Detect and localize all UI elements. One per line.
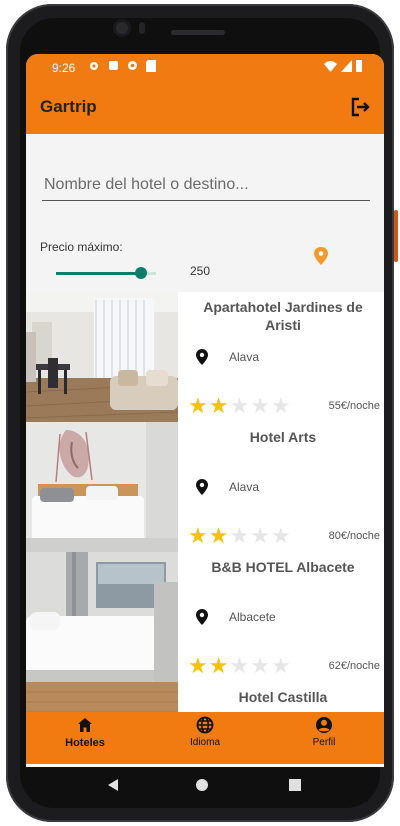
hotel-name[interactable]: Apartahotel Jardines de Aristi — [186, 298, 380, 334]
nav-item-perfil[interactable]: Perfil — [274, 716, 374, 748]
hotel-name[interactable]: Hotel Castilla — [186, 688, 380, 706]
recents-icon[interactable] — [289, 779, 301, 791]
star-empty-icon: ★ — [250, 393, 270, 418]
location-pin-icon — [196, 479, 208, 495]
hotel-card[interactable]: Hotel Castilla — [26, 682, 384, 712]
hotel-location: Alava — [229, 350, 260, 364]
hotel-location: Alava — [229, 480, 260, 494]
camera-icon — [116, 22, 128, 34]
user-icon — [316, 717, 332, 733]
nav-label-idioma: Idioma — [189, 737, 220, 748]
signal-icon — [341, 60, 352, 72]
sd-card-icon — [146, 60, 156, 72]
app-screen: 9:26 Gartrip Precio máximo: 250 — [26, 54, 384, 767]
notification-icon — [109, 61, 118, 70]
globe-icon — [196, 716, 214, 734]
nav-label-perfil: Perfil — [312, 737, 336, 748]
hotel-card[interactable]: Hotel Arts Alava ★ ★ ★ ★ ★ 80€/noche — [26, 422, 384, 552]
location-pin-icon — [196, 609, 208, 625]
hotel-photo[interactable] — [26, 682, 178, 712]
status-notification-icons — [88, 60, 156, 72]
hotel-name[interactable]: B&B HOTEL Albacete — [186, 558, 380, 576]
side-button[interactable] — [394, 210, 398, 262]
star-empty-icon: ★ — [229, 523, 250, 548]
star-filled-icon: ★ — [208, 393, 229, 418]
star-filled-icon: ★ — [208, 653, 229, 678]
hotel-photo[interactable] — [26, 552, 178, 682]
nav-label-hoteles: Hoteles — [65, 737, 105, 749]
hotel-price: 62€/noche — [328, 660, 380, 672]
hotel-price: 55€/noche — [328, 400, 380, 412]
logout-icon[interactable] — [350, 96, 372, 118]
hotel-card[interactable]: Apartahotel Jardines de Aristi Alava ★ ★ ★… — [26, 292, 384, 422]
star-empty-icon: ★ — [270, 653, 291, 678]
hotel-list: Apartahotel Jardines de Aristi Alava ★ ★ ★… — [26, 292, 384, 712]
nav-item-hoteles[interactable]: Hoteles — [35, 716, 135, 749]
app-title: Gartrip — [40, 97, 97, 116]
star-empty-icon: ★ — [250, 523, 270, 548]
star-filled-icon: ★ — [188, 653, 208, 678]
hotel-price: 80€/noche — [328, 530, 380, 542]
star-filled-icon: ★ — [188, 393, 208, 418]
price-slider-thumb[interactable] — [135, 267, 147, 279]
home-button-icon[interactable] — [196, 779, 208, 791]
price-slider-fill — [56, 272, 141, 275]
map-pin-icon[interactable] — [314, 247, 328, 265]
status-bar: 9:26 — [26, 54, 384, 82]
wifi-icon — [324, 61, 337, 72]
battery-icon — [356, 60, 362, 72]
star-empty-icon: ★ — [270, 393, 291, 418]
hotel-name[interactable]: Hotel Arts — [186, 428, 380, 446]
rating-stars: ★ ★ ★ ★ ★ — [188, 395, 291, 417]
hotel-photo[interactable] — [26, 422, 178, 552]
sync-icon — [128, 61, 137, 70]
settings-icon — [90, 62, 98, 70]
speaker-grille — [171, 30, 225, 35]
rating-stars: ★ ★ ★ ★ ★ — [188, 525, 291, 547]
price-label: Precio máximo: — [40, 240, 123, 254]
star-empty-icon: ★ — [250, 653, 270, 678]
search-input[interactable] — [42, 170, 370, 201]
star-empty-icon: ★ — [229, 653, 250, 678]
price-value: 250 — [190, 264, 211, 278]
bottom-navigation: Hoteles Idioma Perfil — [26, 712, 384, 764]
hotel-location: Albacete — [229, 610, 276, 624]
status-system-icons — [324, 60, 362, 72]
sensor-icon — [139, 22, 145, 34]
hotel-card[interactable]: B&B HOTEL Albacete Albacete ★ ★ ★ ★ ★ 62€/no… — [26, 552, 384, 682]
star-filled-icon: ★ — [188, 523, 208, 548]
star-filled-icon: ★ — [208, 523, 229, 548]
star-empty-icon: ★ — [229, 393, 250, 418]
status-time: 9:26 — [52, 61, 76, 75]
search-panel: Precio máximo: 250 — [26, 134, 384, 292]
home-icon — [78, 718, 92, 732]
hotel-photo[interactable] — [26, 292, 178, 422]
rating-stars: ★ ★ ★ ★ ★ — [188, 655, 291, 677]
app-bar: Gartrip — [26, 82, 384, 134]
system-navigation-bar — [32, 768, 368, 802]
location-pin-icon — [196, 349, 208, 365]
star-empty-icon: ★ — [270, 523, 291, 548]
nav-item-idioma[interactable]: Idioma — [155, 716, 255, 748]
